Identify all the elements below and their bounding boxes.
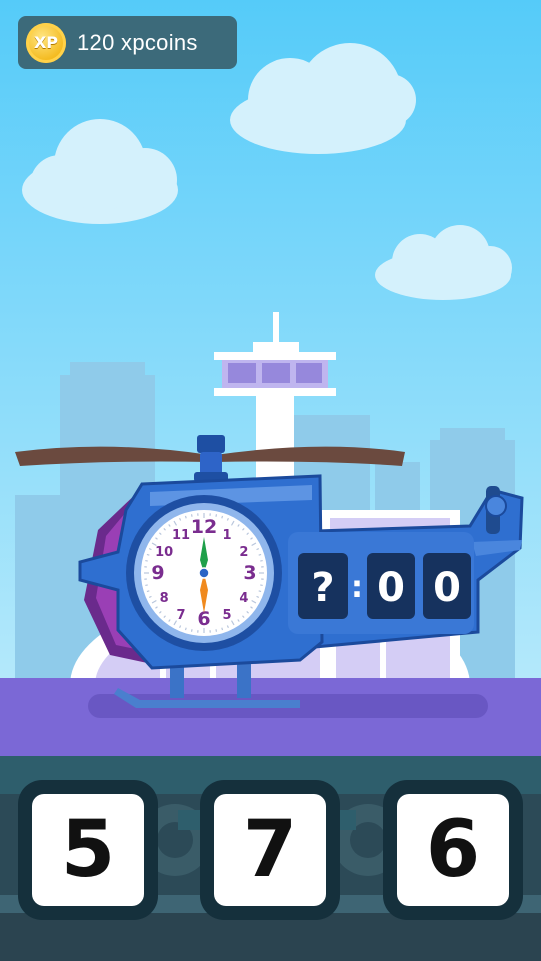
digit-minute-tens: 0 bbox=[377, 565, 405, 611]
clock-number: 11 bbox=[172, 528, 190, 543]
clock-tick bbox=[215, 629, 218, 632]
clock-number: 10 bbox=[155, 545, 173, 560]
digit-separator: : bbox=[351, 570, 363, 605]
game-screen: 12 1 2 3 4 5 6 7 8 9 10 11 ? : 0 0 XP 120 xpcoins 5… bbox=[0, 0, 541, 961]
clock-tick bbox=[184, 515, 187, 519]
clock-tick bbox=[146, 590, 150, 593]
answer-label: 7 bbox=[242, 805, 298, 895]
clock-number: 4 bbox=[239, 591, 248, 606]
clock-number: 7 bbox=[176, 608, 185, 623]
clock-number: 5 bbox=[222, 608, 231, 623]
answer-button-2[interactable]: 7 bbox=[200, 780, 340, 920]
answer-button-1[interactable]: 5 bbox=[18, 780, 158, 920]
clock-tick bbox=[221, 515, 224, 519]
clock-tick bbox=[260, 559, 263, 562]
clock-number: 8 bbox=[160, 591, 169, 606]
xp-coin-icon: XP bbox=[26, 22, 66, 63]
clock-tick bbox=[145, 584, 148, 587]
clock-number: 9 bbox=[151, 562, 164, 584]
answer-label: 5 bbox=[60, 805, 116, 895]
clock-tick bbox=[258, 553, 262, 556]
digit-hour: ? bbox=[311, 565, 334, 611]
clock-tick bbox=[145, 559, 148, 562]
clock-tick bbox=[190, 629, 193, 632]
clock-tick bbox=[221, 627, 224, 631]
xpcoins-count: 120 xpcoins bbox=[77, 29, 198, 55]
clock-number: 1 bbox=[222, 528, 231, 543]
clock-tick bbox=[146, 553, 150, 556]
clock-number: 3 bbox=[243, 562, 256, 584]
clock-number: 2 bbox=[239, 545, 248, 560]
answer-button-3[interactable]: 6 bbox=[383, 780, 523, 920]
clock-number: 12 bbox=[191, 516, 217, 538]
clock-tick bbox=[260, 584, 263, 587]
answer-label: 6 bbox=[425, 805, 481, 895]
clock-tick bbox=[184, 627, 187, 631]
clock-center-pin bbox=[198, 567, 210, 579]
xpcoins-badge: XP 120 xpcoins bbox=[18, 16, 237, 69]
digit-minute-ones: 0 bbox=[433, 565, 461, 611]
clock-tick bbox=[258, 590, 262, 593]
